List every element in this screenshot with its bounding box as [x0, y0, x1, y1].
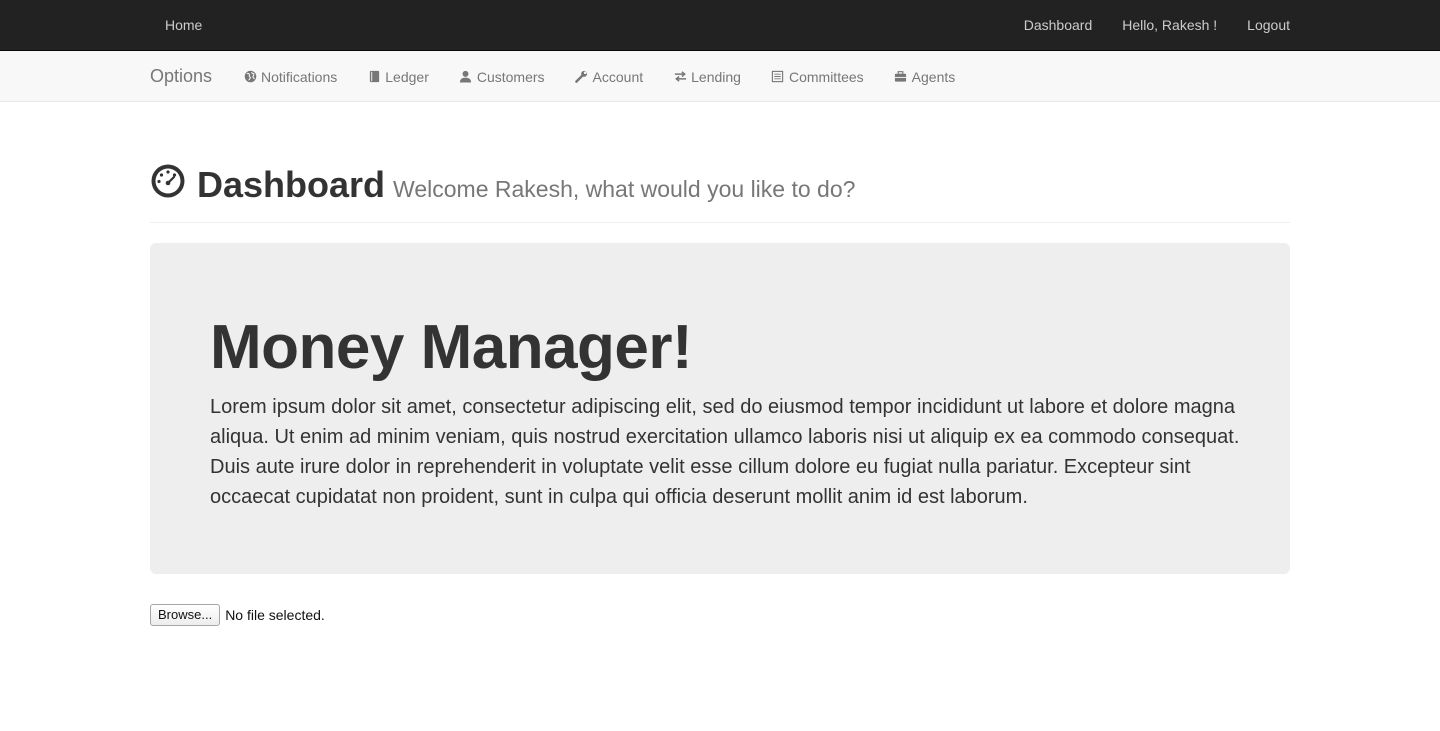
home-link[interactable]: Home: [165, 0, 202, 51]
list-alt-icon: [771, 70, 785, 84]
file-status: No file selected.: [225, 607, 325, 623]
file-input: Browse... No file selected.: [150, 604, 325, 626]
nav-item-ledger[interactable]: Ledger: [367, 69, 429, 85]
nav-item-lending[interactable]: Lending: [673, 69, 741, 85]
nav-item-customers[interactable]: Customers: [459, 69, 545, 85]
nav-item-account[interactable]: Account: [575, 68, 644, 85]
nav-item-label: Agents: [911, 68, 956, 85]
jumbotron-title: Money Manager!: [210, 313, 693, 382]
nav-item-label: Account: [592, 68, 644, 85]
dashboard-link[interactable]: Dashboard: [1024, 0, 1093, 51]
browse-button[interactable]: Browse...: [150, 604, 221, 626]
page-subtitle: Welcome Rakesh, what would you like to d…: [393, 176, 856, 202]
user-greeting-link[interactable]: Hello, Rakesh !: [1122, 0, 1217, 51]
nav-item-label: Lending: [691, 68, 741, 85]
options-menu: Notifications Ledger Customers Account L: [243, 51, 985, 102]
page-title-text: Dashboard: [197, 164, 386, 205]
nav-item-notifications[interactable]: Notifications: [243, 69, 337, 85]
transfer-icon: [673, 70, 687, 84]
nav-item-agents[interactable]: Agents: [894, 68, 956, 85]
logout-link[interactable]: Logout: [1247, 0, 1290, 51]
book-icon: [367, 70, 381, 84]
dashboard-icon: [151, 164, 185, 198]
wrench-icon: [575, 70, 589, 84]
page-title: Dashboard Welcome Rakesh, what would you …: [197, 163, 855, 211]
briefcase-icon: [894, 70, 908, 84]
options-brand[interactable]: Options: [150, 51, 212, 102]
user-icon: [459, 70, 473, 84]
nav-item-label: Customers: [476, 68, 545, 85]
nav-item-label: Notifications: [261, 68, 338, 85]
jumbotron-body: Lorem ipsum dolor sit amet, consectetur …: [210, 396, 1240, 508]
top-navbar-right: Dashboard Hello, Rakesh ! Logout: [994, 0, 1290, 51]
jumbotron: Money Manager! Lorem ipsum dolor sit ame…: [150, 243, 1290, 574]
nav-item-label: Ledger: [385, 68, 429, 85]
nav-item-label: Committees: [788, 68, 864, 85]
nav-item-committees[interactable]: Committees: [771, 69, 864, 85]
globe-icon: [243, 70, 257, 84]
top-navbar: Home Dashboard Hello, Rakesh ! Logout: [0, 0, 1440, 51]
options-navbar: Options Notifications Ledger Customers A…: [0, 51, 1440, 102]
page-header: Dashboard Welcome Rakesh, what would you …: [150, 160, 1290, 223]
